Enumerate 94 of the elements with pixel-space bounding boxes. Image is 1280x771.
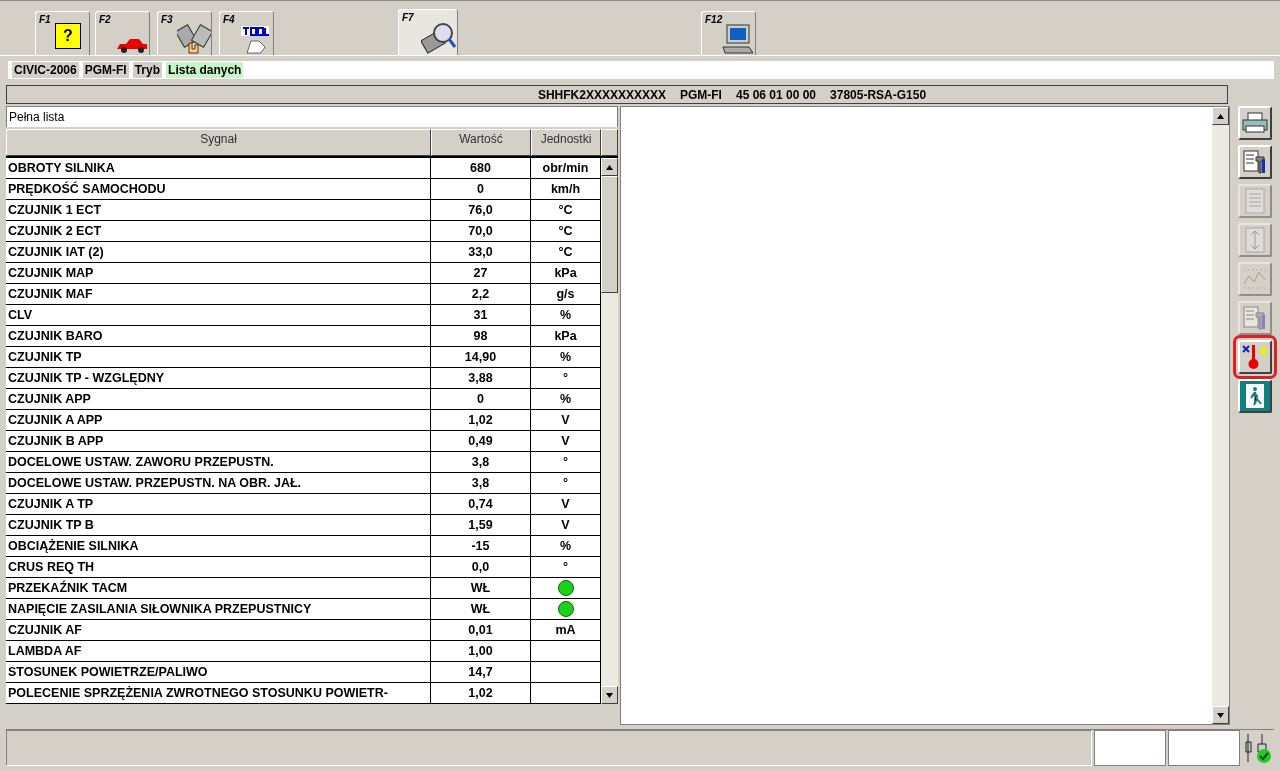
signal-cell: CZUJNIK TP - WZGLĘDNY xyxy=(6,368,431,388)
function-tab[interactable]: F3 xyxy=(157,11,212,55)
breadcrumb-item: Lista danych xyxy=(166,62,244,78)
connector-hand-icon xyxy=(177,23,211,55)
value-cell: 0,74 xyxy=(431,494,531,514)
function-tab[interactable]: F4 xyxy=(219,11,274,55)
breadcrumb-item: Tryb xyxy=(132,62,163,78)
value-cell: 2,2 xyxy=(431,284,531,304)
scroll-up-icon[interactable] xyxy=(606,164,613,170)
value-cell: WŁ xyxy=(431,599,531,619)
function-tab[interactable]: F2 xyxy=(95,11,150,55)
signal-cell: DOCELOWE USTAW. PRZEPUSTN. NA OBR. JAŁ. xyxy=(6,473,431,493)
signal-cell: DOCELOWE USTAW. ZAWORU PRZEPUSTN. xyxy=(6,452,431,472)
scroll-down-icon[interactable] xyxy=(606,692,613,698)
column-header[interactable]: Jednostki xyxy=(531,129,601,156)
signal-cell: CZUJNIK TP xyxy=(6,347,431,367)
function-tab[interactable]: F7 xyxy=(398,9,458,55)
printer-icon xyxy=(1242,112,1268,134)
list-title: Pełna lista xyxy=(6,106,618,127)
tool-button[interactable] xyxy=(1238,379,1272,413)
value-cell: WŁ xyxy=(431,578,531,598)
signal-cell: CZUJNIK 2 ECT xyxy=(6,221,431,241)
value-cell: 33,0 xyxy=(431,242,531,262)
value-cell: 14,90 xyxy=(431,347,531,367)
scrollbar[interactable] xyxy=(1212,107,1229,724)
value-cell: 3,88 xyxy=(431,368,531,388)
up-down-arrows-icon xyxy=(1245,227,1265,253)
function-tab[interactable]: F12 xyxy=(701,11,756,55)
signal-cell: STOSUNEK POWIETRZE/PALIWO xyxy=(6,662,431,682)
tool-button[interactable] xyxy=(1238,145,1272,179)
value-cell: 1,02 xyxy=(431,410,531,430)
signal-cell: CZUJNIK MAP xyxy=(6,263,431,283)
value-cell: 98 xyxy=(431,326,531,346)
value-cell: 0,0 xyxy=(431,557,531,577)
breadcrumb-item: CIVIC-2006 xyxy=(12,62,79,78)
signal-cell: CZUJNIK B APP xyxy=(6,431,431,451)
value-cell: -15 xyxy=(431,536,531,556)
computer-icon xyxy=(721,23,755,55)
thermometer-arrow-icon xyxy=(1241,343,1269,371)
tool-button[interactable] xyxy=(1238,106,1272,140)
value-cell: 680 xyxy=(431,158,531,178)
signal-cell: CZUJNIK IAT (2) xyxy=(6,242,431,262)
signal-cell: PRZEKAŹNIK TACM xyxy=(6,578,431,598)
part-number-text: 37805-RSA-G150 xyxy=(830,87,927,102)
signal-cell: POLECENIE SPRZĘŻENIA ZWROTNEGO STOSUNKU POWIETR- xyxy=(6,683,431,703)
value-cell: 3,8 xyxy=(431,452,531,472)
document-tools-icon xyxy=(1242,305,1268,331)
scroll-down-icon[interactable] xyxy=(1217,712,1224,718)
breadcrumb-item: PGM-FI xyxy=(82,62,129,78)
graph-icon xyxy=(1242,268,1268,290)
signal-cell: CZUJNIK TP B xyxy=(6,515,431,535)
signal-cell: CZUJNIK A APP xyxy=(6,410,431,430)
value-cell: 0 xyxy=(431,179,531,199)
scroll-thumb[interactable] xyxy=(601,176,618,293)
function-tab[interactable]: F1 ? xyxy=(35,11,90,55)
signal-cell: PRĘDKOŚĆ SAMOCHODU xyxy=(6,179,431,199)
question-icon: ? xyxy=(55,23,81,49)
value-cell: 70,0 xyxy=(431,221,531,241)
value-cell: 3,8 xyxy=(431,473,531,493)
scroll-up-icon[interactable] xyxy=(1217,113,1224,119)
signal-cell: CZUJNIK APP xyxy=(6,389,431,409)
signal-cell: CZUJNIK AF xyxy=(6,620,431,640)
signal-cell: CZUJNIK A TP xyxy=(6,494,431,514)
value-cell: 0,01 xyxy=(431,620,531,640)
header-corner xyxy=(601,129,618,156)
value-cell: 27 xyxy=(431,263,531,283)
exit-icon xyxy=(1240,381,1270,411)
value-cell: 0 xyxy=(431,389,531,409)
signal-cell: OBROTY SILNIKA xyxy=(6,158,431,178)
ecu-code-text: 45 06 01 00 00 xyxy=(735,87,817,102)
signal-cell: OBCIĄŻENIE SILNIKA xyxy=(6,536,431,556)
magnifier-connector-icon xyxy=(421,21,457,55)
signal-cell: CZUJNIK BARO xyxy=(6,326,431,346)
value-cell: 0,49 xyxy=(431,431,531,451)
signal-cell: CZUJNIK MAF xyxy=(6,284,431,304)
column-header[interactable]: Sygnał xyxy=(6,129,431,156)
vin-text: SHHFK2XXXXXXXXXX xyxy=(537,87,666,102)
value-cell: 76,0 xyxy=(431,200,531,220)
value-cell: 14,7 xyxy=(431,662,531,682)
value-cell: 1,59 xyxy=(431,515,531,535)
value-cell: 31 xyxy=(431,305,531,325)
signal-cell: LAMBDA AF xyxy=(6,641,431,661)
column-header[interactable]: Wartość xyxy=(431,129,531,156)
system-text: PGM-FI xyxy=(679,87,722,102)
value-cell: 1,02 xyxy=(431,683,531,703)
scrollbar[interactable] xyxy=(601,158,618,704)
document-tools-icon xyxy=(1242,149,1268,175)
signal-cell: CRUS REQ TH xyxy=(6,557,431,577)
signal-cell: NAPIĘCIE ZASILANIA SIŁOWNIKA PRZEPUSTNICY xyxy=(6,599,431,619)
value-cell: 1,00 xyxy=(431,641,531,661)
document-icon xyxy=(1245,188,1265,214)
signal-cell: CZUJNIK 1 ECT xyxy=(6,200,431,220)
connection-ok-icon xyxy=(1242,732,1272,764)
signal-cell: CLV xyxy=(6,305,431,325)
